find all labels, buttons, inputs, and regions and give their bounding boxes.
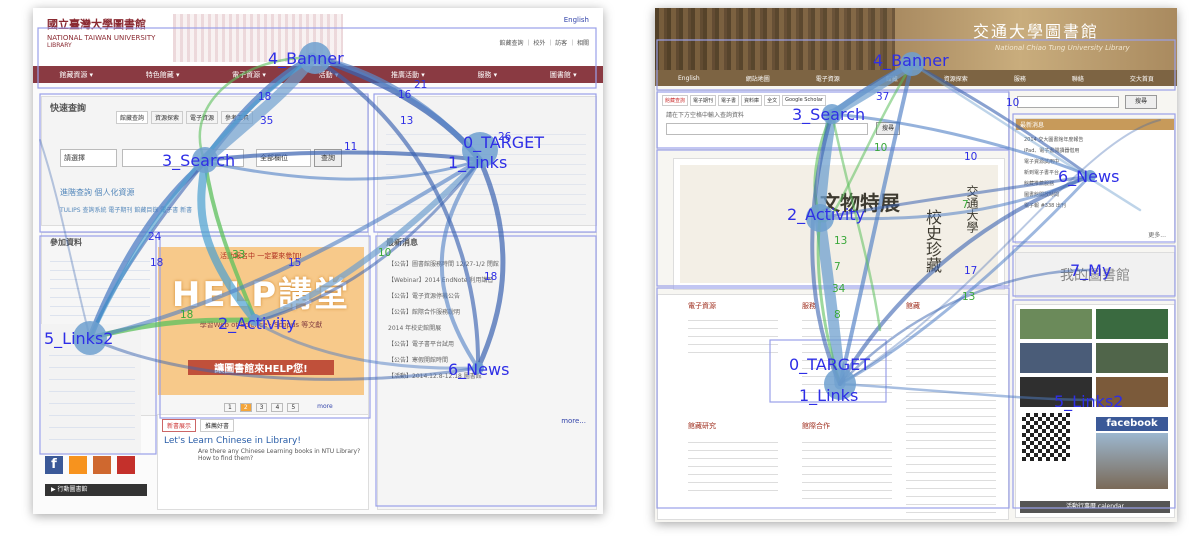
edge-weight: 35 xyxy=(260,115,273,127)
node-label: 0_TARGET xyxy=(789,355,870,375)
node-label: 6_News xyxy=(1058,167,1119,187)
edge-weight: 26 xyxy=(498,131,512,143)
node-label: 5_Links2 xyxy=(1054,392,1123,412)
node-label: 3_Search xyxy=(792,105,865,125)
node-label: 7_My xyxy=(1070,261,1111,281)
edge-weight: 13 xyxy=(400,115,413,127)
edge-weight: 10 xyxy=(378,247,391,259)
edge-weight: 18 xyxy=(258,91,271,103)
edge-weight: 33 xyxy=(232,249,245,261)
edge xyxy=(39,139,91,339)
node-label: 5_Links2 xyxy=(44,329,113,349)
node-label: 2_Activity xyxy=(218,314,296,334)
node-label: 2_Activity xyxy=(787,205,865,225)
edge-weight: 16 xyxy=(398,89,412,101)
edge-weight: 13 xyxy=(962,291,975,303)
edge-weight: 13 xyxy=(834,235,847,247)
node-label: 6_News xyxy=(448,360,509,380)
edge xyxy=(203,150,482,162)
edge xyxy=(839,119,1161,385)
edge-weight: 8 xyxy=(834,309,841,321)
right-labels: 4_Banner 3_Search 6_News 2_Activity 7_My… xyxy=(787,51,1123,412)
edge-weight: 11 xyxy=(344,141,357,153)
edge-weight: 18 xyxy=(150,257,163,269)
edge-weight: 15 xyxy=(288,257,301,269)
edge-weight: 18 xyxy=(484,271,497,283)
edge-weight: 17 xyxy=(964,265,977,277)
edge-weight: 18 xyxy=(180,309,193,321)
edge xyxy=(315,55,483,163)
edge-weight: 10 xyxy=(964,151,977,163)
node-label: 4_Banner xyxy=(873,51,949,71)
edge xyxy=(203,160,257,322)
edge xyxy=(315,55,483,163)
edge xyxy=(88,336,480,381)
node-label: 1_Links xyxy=(448,153,507,173)
edge-weight: 10 xyxy=(874,142,887,154)
edge xyxy=(910,62,1142,212)
edge-weight: 10 xyxy=(1006,97,1019,109)
edge xyxy=(199,52,318,166)
edge-weight: 21 xyxy=(414,79,427,91)
edge-weight: 34 xyxy=(832,283,846,295)
node-label: 4_Banner xyxy=(268,49,344,69)
edge xyxy=(475,157,506,371)
edge-weight: 24 xyxy=(148,231,162,243)
edge xyxy=(830,112,1092,178)
edge xyxy=(203,158,482,181)
transition-graph-overlay: 4_Banner 3_Search 0_TARGET 1_Links 2_Act… xyxy=(37,27,1176,509)
edge-weight: 37 xyxy=(876,91,889,103)
node-label: 3_Search xyxy=(162,151,235,171)
edge-weight: 7 xyxy=(962,199,969,211)
edge-weight: 7 xyxy=(834,261,841,273)
node-label: 1_Links xyxy=(799,386,858,406)
